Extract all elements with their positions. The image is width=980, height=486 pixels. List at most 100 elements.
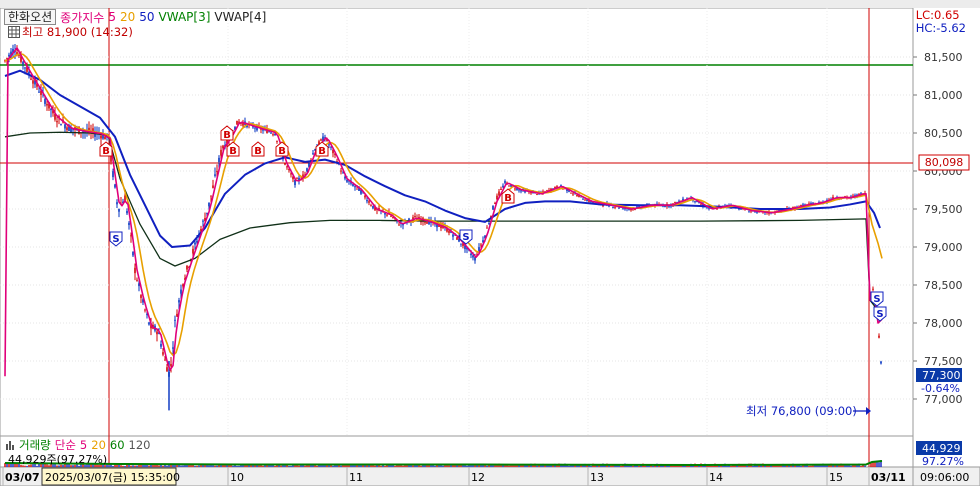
- volume-bar: [180, 465, 182, 467]
- volume-bar: [802, 465, 804, 467]
- candle-body: [386, 214, 388, 216]
- volume-bar: [726, 465, 728, 467]
- candle-body: [178, 300, 180, 303]
- stock-name[interactable]: 한화오션: [4, 9, 57, 25]
- candle-body: [144, 309, 146, 311]
- candle-body: [46, 103, 48, 106]
- volume-bar: [536, 465, 538, 467]
- candle-body: [372, 205, 374, 209]
- candle-body: [166, 367, 168, 372]
- volume-bar-icon: [6, 441, 14, 450]
- volume-bar: [232, 465, 234, 467]
- candle-body: [64, 124, 66, 129]
- candle-body: [164, 359, 166, 361]
- svg-text:B: B: [254, 146, 262, 157]
- chart-window: BBBBBBBSSSS 81,500 81,000 80,500 80,000 79,5…: [0, 0, 980, 486]
- candle-body: [674, 202, 676, 204]
- svg-text:S: S: [112, 234, 119, 245]
- volume-bar: [122, 465, 124, 467]
- volume-bar: [684, 465, 686, 467]
- candle-body: [328, 144, 330, 146]
- volume-bar: [262, 465, 264, 467]
- candle-body: [368, 201, 370, 203]
- current-change-label: -0.64%: [921, 382, 960, 395]
- lc-hc-info: LC:0.65 HC:-5.62: [916, 9, 966, 35]
- candle-body: [210, 195, 212, 197]
- svg-text:B: B: [102, 146, 110, 157]
- volume-bar: [860, 465, 862, 467]
- candle-body: [354, 186, 356, 188]
- high-label: 최고 81,900 (14:32): [22, 25, 133, 39]
- candle-body: [172, 347, 174, 349]
- candle-body: [414, 216, 416, 218]
- top-toolbar-strip: [0, 0, 980, 8]
- volume-bar: [522, 465, 524, 467]
- candle-body: [306, 168, 308, 172]
- volume-bar: [528, 465, 530, 467]
- candle-body: [254, 127, 256, 129]
- candle-body: [320, 139, 322, 141]
- volume-bar: [242, 465, 244, 467]
- time-tick-label: 13: [590, 471, 604, 484]
- volume-bar: [638, 465, 640, 467]
- candle-body: [286, 166, 288, 168]
- volume-bar: [828, 465, 830, 467]
- volume-bar: [442, 465, 444, 467]
- candle-body: [24, 67, 26, 69]
- candle-body: [272, 134, 274, 136]
- candle-body: [22, 62, 24, 65]
- volume-bar: [308, 465, 310, 467]
- candle-body: [112, 171, 114, 178]
- price-chart[interactable]: BBB B B BBS SSS 81,50081,00080,50080,00079,5…: [0, 0, 980, 486]
- volume-bar: [394, 465, 396, 467]
- volume-bar: [298, 465, 300, 467]
- volume-bar: [812, 465, 814, 467]
- vwap4-label: VWAP[4]: [214, 10, 267, 24]
- price-tick-label: 79,500: [924, 203, 963, 216]
- price-tick-label: 78,500: [924, 279, 963, 292]
- candle-body: [570, 192, 572, 194]
- low-annotation: 최저 76,800 (09:00): [746, 404, 857, 418]
- candle-body: [162, 352, 164, 355]
- candle-body: [408, 218, 410, 220]
- volume-bar: [370, 465, 372, 467]
- grid-icon[interactable]: [8, 26, 20, 38]
- time-tick-label: 12: [471, 471, 485, 484]
- candle-body: [276, 140, 278, 142]
- candle-body: [748, 211, 750, 213]
- candle-body: [426, 222, 428, 224]
- volume-bar: [850, 465, 852, 467]
- volume-bar: [412, 465, 414, 467]
- candle-body: [514, 188, 516, 190]
- volume-bar: [362, 465, 364, 467]
- candle-body: [270, 132, 272, 134]
- volume-bar: [198, 465, 200, 467]
- candle-body: [618, 207, 620, 209]
- volume-bar: [124, 465, 126, 467]
- candle-body: [502, 185, 504, 188]
- candle-body: [398, 224, 400, 226]
- volume-bar: [436, 465, 438, 467]
- volume-bar: [384, 465, 386, 467]
- ma-period-50: 50: [139, 10, 155, 24]
- volume-bar: [752, 465, 754, 467]
- time-tick-label: 03/07: [5, 471, 40, 484]
- ma-period-5: 5: [108, 10, 116, 24]
- volume-bar: [280, 465, 282, 467]
- candle-body: [584, 199, 586, 201]
- candle-body: [50, 108, 52, 111]
- volume-bar: [878, 462, 880, 467]
- candle-body: [38, 91, 40, 93]
- volume-bar: [486, 465, 488, 467]
- plot-area[interactable]: [0, 7, 914, 437]
- volume-bar: [274, 465, 276, 467]
- high-label-row: 최고 81,900 (14:32): [8, 24, 133, 40]
- volume-bar: [332, 465, 334, 467]
- volume-bar: [746, 465, 748, 467]
- volume-bar: [136, 465, 138, 467]
- candle-body: [572, 193, 574, 195]
- volume-bar: [344, 465, 346, 467]
- volume-bar: [142, 465, 144, 467]
- candle-body: [202, 220, 204, 222]
- volume-bar: [864, 465, 866, 467]
